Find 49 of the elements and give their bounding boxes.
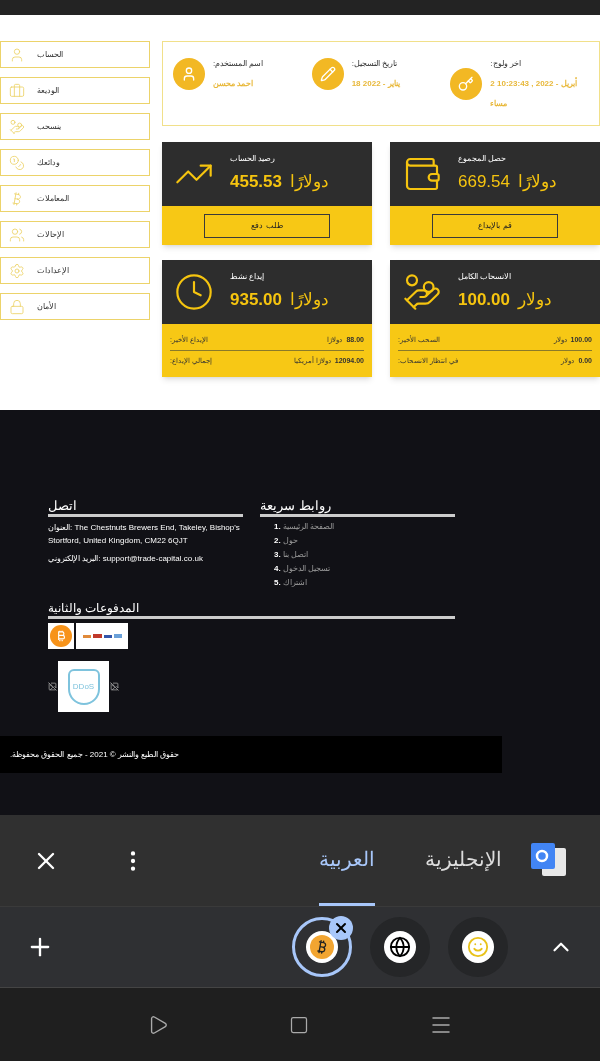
profile-label: :تاريخ التسجيل <box>351 58 399 70</box>
section-heading: اتصل <box>48 498 243 518</box>
clock-icon <box>174 272 214 312</box>
coins-icon <box>9 154 25 171</box>
briefcase-icon <box>9 82 25 99</box>
card-title: حصل المجموع <box>458 153 508 166</box>
profile-value: 18 2022 - يناير <box>351 78 400 90</box>
close-tab-icon[interactable] <box>329 916 353 940</box>
card-title: الانسحاب الكامل <box>458 271 513 284</box>
profile-label: :اسم المستخدم <box>213 58 264 70</box>
section-heading: المدفوعات والثانية <box>48 601 455 620</box>
profile-value: احمد محسن <box>213 78 255 90</box>
lock-icon <box>9 298 25 315</box>
user-icon <box>173 58 205 90</box>
broken-image-icon <box>110 682 119 692</box>
smiley-icon <box>462 931 494 963</box>
ddos-badge: DDoS <box>58 661 109 713</box>
card-title: رصيد الحساب <box>230 153 277 166</box>
copyright-text: حقوق الطبع والنشر © 2021 - جميع الحقوق محفوظة. <box>10 748 180 761</box>
user-icon <box>9 46 25 63</box>
users-icon <box>9 226 25 243</box>
broken-image-icon <box>48 682 57 692</box>
sidebar-item[interactable]: الإعدادات <box>0 257 150 284</box>
sidebar-item[interactable]: الإحالات <box>0 221 150 248</box>
card-title: إيداع نشط <box>230 271 266 284</box>
globe-icon <box>384 931 416 963</box>
sidebar-item[interactable]: الأمان <box>0 293 150 320</box>
card-logos <box>76 623 128 650</box>
language-tab[interactable]: الإنجليزية <box>425 815 502 906</box>
pencil-icon <box>311 58 344 90</box>
sidebar-item[interactable]: ودائعك <box>0 149 150 176</box>
key-icon <box>450 68 483 100</box>
home-nav-icon[interactable] <box>289 1014 309 1035</box>
profile-value: 2 10:23:43 , 2022 - أبريل <box>490 78 577 90</box>
card-action-button[interactable]: طلب دفع <box>204 213 330 238</box>
profile-label: :اخر ولوج <box>490 58 522 70</box>
hand-coin-icon <box>9 118 25 135</box>
sidebar-item[interactable]: ينسحب <box>0 113 150 140</box>
bitcoin-logo <box>48 623 74 650</box>
bitcoin-icon <box>306 931 338 963</box>
tab-thumbnail[interactable] <box>292 917 352 977</box>
hand-coin-icon <box>402 272 442 312</box>
sidebar-item[interactable]: المعاملات <box>0 185 150 212</box>
sidebar-item[interactable]: الحساب <box>0 41 150 68</box>
card-action-button[interactable]: قم بالإيداع <box>432 213 558 238</box>
sidebar-item[interactable]: الوديعة <box>0 77 150 104</box>
gear-icon <box>9 262 25 279</box>
section-heading: روابط سريعة <box>260 498 455 518</box>
profile-value: مساء <box>490 98 509 110</box>
